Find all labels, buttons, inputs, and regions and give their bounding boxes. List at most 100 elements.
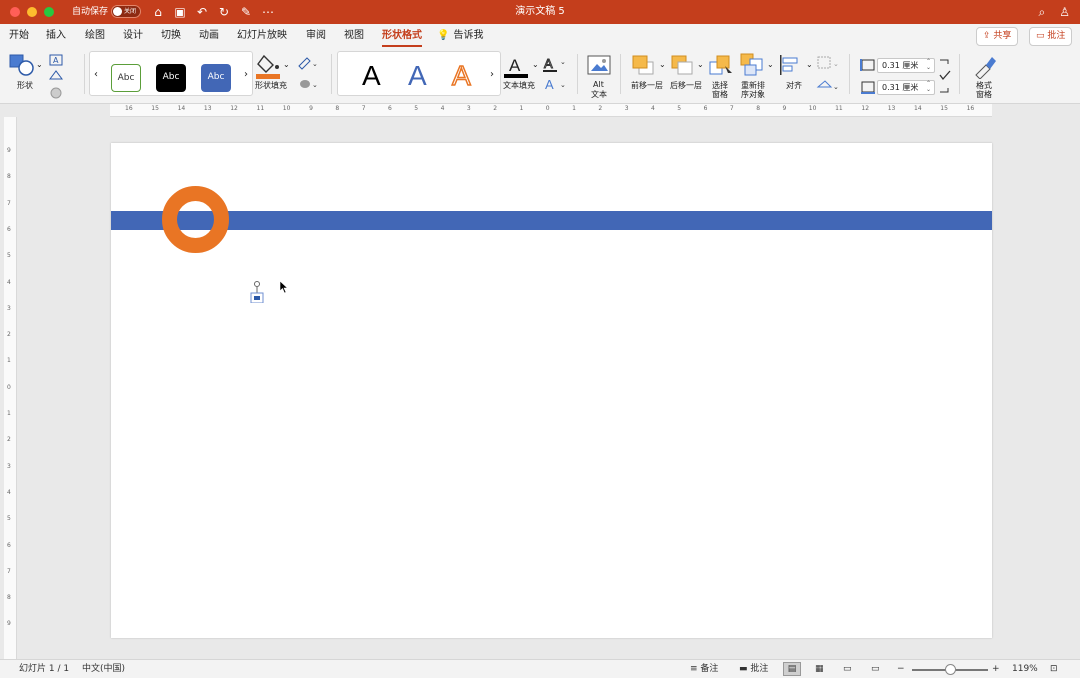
- stepper-arrows-icon[interactable]: ⌃ ⌄: [926, 81, 931, 93]
- format-pane-icon[interactable]: [972, 53, 998, 79]
- chevron-down-icon[interactable]: ⌄: [532, 60, 539, 70]
- ruler-tick-label: 4: [7, 278, 11, 286]
- share-button[interactable]: ⇪ 共享: [976, 27, 1019, 46]
- language-indicator[interactable]: 中文(中国): [82, 660, 125, 678]
- text-fill-label: 文本填充: [503, 81, 535, 90]
- search-icon[interactable]: ⌕: [1039, 4, 1046, 20]
- tab-view[interactable]: 视图: [344, 29, 364, 43]
- slide-sorter-icon[interactable]: ▦: [815, 660, 824, 678]
- separator: [84, 54, 85, 94]
- lock-aspect-ratio-icon[interactable]: [938, 58, 952, 94]
- ruler-tick-label: 12: [230, 105, 238, 112]
- svg-text:A: A: [544, 56, 553, 71]
- ruler-tick-label: 15: [940, 105, 948, 112]
- mouse-cursor-icon: [279, 280, 289, 294]
- shape-height-input[interactable]: 0.31 厘米 ⌃ ⌄: [877, 58, 935, 73]
- stepper-arrows-icon[interactable]: ⌃ ⌄: [926, 59, 931, 71]
- chevron-right-icon[interactable]: ›: [490, 70, 494, 80]
- ruler-tick-label: 9: [7, 620, 11, 628]
- slideshow-icon[interactable]: ▭: [871, 660, 880, 678]
- text-outline-effects-icons[interactable]: A A ⌄ ⌄: [542, 54, 570, 92]
- ruler-tick-label: 3: [7, 462, 11, 470]
- tab-insert[interactable]: 插入: [46, 29, 66, 43]
- text-fill-icon[interactable]: A: [503, 54, 531, 80]
- selection-pane-label-2: 窗格: [712, 90, 728, 99]
- account-icon[interactable]: ♙: [1059, 4, 1070, 20]
- share-icon: ⇪: [983, 31, 994, 41]
- ruler-tick-label: 9: [309, 105, 313, 112]
- zoom-slider-knob[interactable]: [945, 664, 956, 675]
- edit-shape-icons[interactable]: A: [48, 53, 72, 103]
- tab-home[interactable]: 开始: [9, 29, 29, 43]
- reading-view-icon[interactable]: ▭: [843, 660, 852, 678]
- wordart-style-black[interactable]: A: [362, 59, 381, 93]
- chevron-down-icon[interactable]: ⌄: [767, 60, 774, 70]
- bring-forward-label: 前移一层: [631, 81, 663, 90]
- zoom-level[interactable]: 119%: [1012, 660, 1038, 678]
- ruler-tick-label: 3: [7, 304, 11, 312]
- chevron-down-icon[interactable]: ⌄: [283, 60, 290, 70]
- comments-button[interactable]: ▭ 批注: [1029, 27, 1073, 46]
- send-backward-icon[interactable]: [670, 54, 696, 76]
- zoom-out-icon[interactable]: −: [897, 660, 905, 678]
- shape-fill-label: 形状填充: [255, 81, 287, 90]
- ruler-tick-label: 7: [361, 105, 366, 112]
- ruler-tick-label: 12: [861, 105, 870, 112]
- ruler-tick-label: 13: [887, 105, 896, 112]
- chevron-down-icon[interactable]: ⌄: [659, 60, 666, 70]
- send-backward-label: 后移一层: [670, 81, 702, 90]
- svg-text:A: A: [545, 77, 554, 92]
- ruler-tick-label: 6: [703, 105, 708, 112]
- chevron-down-icon[interactable]: ⌄: [806, 60, 813, 70]
- tab-shape-format[interactable]: 形状格式: [382, 29, 422, 47]
- tab-draw[interactable]: 绘图: [85, 29, 105, 43]
- shape-width-input[interactable]: 0.31 厘米 ⌃ ⌄: [877, 80, 935, 95]
- chevron-down-icon[interactable]: ⌄: [36, 60, 43, 70]
- chevron-left-icon[interactable]: ‹: [94, 70, 98, 80]
- tab-design[interactable]: 设计: [123, 29, 143, 43]
- orange-ring-shape[interactable]: [162, 186, 229, 253]
- shape-fill-icon[interactable]: [255, 52, 285, 80]
- shape-height-icon: [860, 59, 875, 71]
- tab-tell-me[interactable]: 💡 告诉我: [437, 29, 483, 43]
- tab-transitions[interactable]: 切换: [161, 29, 181, 43]
- wordart-style-outline[interactable]: A: [451, 59, 471, 93]
- wordart-gallery: A A A ›: [337, 51, 501, 96]
- reorder-objects-icon[interactable]: [740, 53, 766, 77]
- selection-handle[interactable]: [250, 281, 264, 303]
- ruler-tick-label: 0: [7, 383, 11, 391]
- ruler-tick-label: 6: [388, 105, 392, 112]
- alt-text-icon[interactable]: [587, 55, 613, 77]
- comments-status-button[interactable]: ▬ 批注: [739, 660, 768, 678]
- svg-text:⌄: ⌄: [833, 83, 839, 91]
- slide[interactable]: [111, 143, 992, 638]
- wordart-style-blue[interactable]: A: [408, 59, 427, 93]
- tab-animations[interactable]: 动画: [199, 29, 219, 43]
- comments-status-label: 批注: [750, 664, 769, 674]
- align-icon[interactable]: [778, 54, 804, 76]
- vertical-ruler: 9 8 7 6 5 4 3 2 1 0 1 2 3 4 5 6 7 8 9: [4, 117, 17, 659]
- normal-view-icon[interactable]: ▤: [783, 662, 801, 676]
- zoom-in-icon[interactable]: +: [992, 660, 1000, 678]
- chevron-right-icon[interactable]: ›: [244, 70, 248, 80]
- ribbon: ⌄ 形状 A ‹ Abc Abc Abc › ⌄ 形状填充 ⌄ ⌄ A A A …: [0, 48, 1080, 104]
- shape-style-outline[interactable]: Abc: [111, 64, 141, 92]
- shape-style-blue[interactable]: Abc: [201, 64, 231, 92]
- ruler-tick-label: 9: [782, 105, 787, 112]
- shape-style-black[interactable]: Abc: [156, 64, 186, 92]
- ruler-tick-label: 6: [7, 541, 11, 549]
- notes-button[interactable]: ≡ 备注: [690, 660, 718, 678]
- tab-review[interactable]: 审阅: [306, 29, 326, 43]
- chevron-down-icon[interactable]: ⌄: [697, 60, 704, 70]
- bring-forward-icon[interactable]: [631, 54, 657, 76]
- blue-bar-shape[interactable]: [111, 211, 992, 230]
- selection-pane-icon[interactable]: [709, 54, 735, 78]
- alt-text-label: Alt: [593, 80, 604, 89]
- group-rotate-icons[interactable]: ⌄ ⌄: [815, 54, 843, 94]
- powerpoint-window: 自动保存 关闭 ⌂ ▣ ↶ ↻ ✎ ⋯ 演示文稿 5 ⌕ ♙ 开始 插入 绘图 …: [0, 0, 1080, 678]
- tab-slideshow[interactable]: 幻灯片放映: [237, 29, 287, 43]
- shape-outline-effects-icons[interactable]: ⌄ ⌄: [297, 54, 319, 90]
- shapes-icon[interactable]: [9, 54, 35, 76]
- fit-to-window-icon[interactable]: ⊡: [1050, 660, 1058, 678]
- ruler-tick-label: 3: [466, 105, 471, 112]
